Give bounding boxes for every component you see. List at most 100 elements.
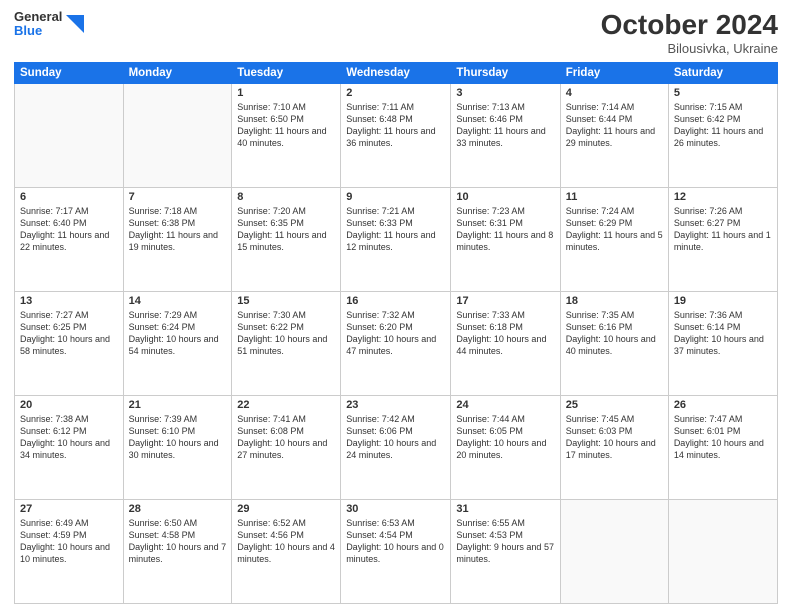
day-number: 24 (456, 399, 554, 411)
day-detail: Sunrise: 7:32 AM Sunset: 6:20 PM Dayligh… (346, 309, 445, 358)
calendar-cell: 22 Sunrise: 7:41 AM Sunset: 6:08 PM Dayli… (232, 395, 341, 499)
day-detail: Sunrise: 6:52 AM Sunset: 4:56 PM Dayligh… (237, 517, 335, 566)
calendar-cell: 16 Sunrise: 7:32 AM Sunset: 6:20 PM Dayli… (341, 291, 451, 395)
calendar-cell: 7Sunrise: 7:18 AM Sunset: 6:38 PM Daylig… (123, 187, 232, 291)
calendar-cell: 25Sunrise: 7:45 AM Sunset: 6:03 PM Dayli… (560, 395, 668, 499)
weekday-header-friday: Friday (560, 62, 668, 83)
calendar-body: 1 Sunrise: 7:10 AM Sunset: 6:50 PM Daylig… (15, 83, 778, 603)
day-detail: Sunrise: 7:30 AM Sunset: 6:22 PM Dayligh… (237, 309, 335, 358)
day-number: 13 (20, 295, 118, 307)
day-detail: Sunrise: 6:50 AM Sunset: 4:58 PM Dayligh… (129, 517, 227, 566)
calendar-cell: 23 Sunrise: 7:42 AM Sunset: 6:06 PM Dayli… (341, 395, 451, 499)
day-detail: Sunrise: 7:27 AM Sunset: 6:25 PM Dayligh… (20, 309, 118, 358)
day-number: 17 (456, 295, 554, 307)
day-detail: Sunrise: 7:42 AM Sunset: 6:06 PM Dayligh… (346, 413, 445, 462)
calendar-week-row: 13 Sunrise: 7:27 AM Sunset: 6:25 PM Dayli… (15, 291, 778, 395)
day-detail: Sunrise: 7:39 AM Sunset: 6:10 PM Dayligh… (129, 413, 227, 462)
logo-triangle-icon (66, 15, 84, 33)
weekday-header-row: SundayMondayTuesdayWednesdayThursdayFrid… (15, 62, 778, 83)
page-location: Bilousivka, Ukraine (601, 41, 778, 56)
day-number: 1 (237, 87, 335, 99)
day-detail: Sunrise: 7:11 AM Sunset: 6:48 PM Dayligh… (346, 101, 445, 150)
day-number: 3 (456, 87, 554, 99)
calendar-cell: 18Sunrise: 7:35 AM Sunset: 6:16 PM Dayli… (560, 291, 668, 395)
day-detail: Sunrise: 7:23 AM Sunset: 6:31 PM Dayligh… (456, 205, 554, 254)
day-number: 26 (674, 399, 772, 411)
weekday-header-wednesday: Wednesday (341, 62, 451, 83)
logo-general: General (14, 10, 62, 24)
day-detail: Sunrise: 7:45 AM Sunset: 6:03 PM Dayligh… (566, 413, 663, 462)
logo-blue: Blue (14, 24, 62, 38)
calendar-week-row: 27 Sunrise: 6:49 AM Sunset: 4:59 PM Dayli… (15, 499, 778, 603)
day-detail: Sunrise: 7:29 AM Sunset: 6:24 PM Dayligh… (129, 309, 227, 358)
day-detail: Sunrise: 7:14 AM Sunset: 6:44 PM Dayligh… (566, 101, 663, 150)
day-detail: Sunrise: 7:35 AM Sunset: 6:16 PM Dayligh… (566, 309, 663, 358)
day-detail: Sunrise: 7:38 AM Sunset: 6:12 PM Dayligh… (20, 413, 118, 462)
calendar-cell: 17Sunrise: 7:33 AM Sunset: 6:18 PM Dayli… (451, 291, 560, 395)
calendar-cell: 14 Sunrise: 7:29 AM Sunset: 6:24 PM Dayli… (123, 291, 232, 395)
calendar-cell: 1 Sunrise: 7:10 AM Sunset: 6:50 PM Daylig… (232, 83, 341, 187)
weekday-header-monday: Monday (123, 62, 232, 83)
day-number: 5 (674, 87, 772, 99)
day-detail: Sunrise: 7:26 AM Sunset: 6:27 PM Dayligh… (674, 205, 772, 254)
calendar-cell: 6 Sunrise: 7:17 AM Sunset: 6:40 PM Daylig… (15, 187, 124, 291)
day-number: 2 (346, 87, 445, 99)
day-detail: Sunrise: 6:49 AM Sunset: 4:59 PM Dayligh… (20, 517, 118, 566)
weekday-header-thursday: Thursday (451, 62, 560, 83)
day-number: 11 (566, 191, 663, 203)
day-detail: Sunrise: 7:20 AM Sunset: 6:35 PM Dayligh… (237, 205, 335, 254)
calendar-table: SundayMondayTuesdayWednesdayThursdayFrid… (14, 62, 778, 604)
day-number: 8 (237, 191, 335, 203)
weekday-header-saturday: Saturday (668, 62, 777, 83)
day-number: 7 (129, 191, 227, 203)
calendar-cell: 10 Sunrise: 7:23 AM Sunset: 6:31 PM Dayli… (451, 187, 560, 291)
day-number: 15 (237, 295, 335, 307)
day-number: 21 (129, 399, 227, 411)
calendar-cell (15, 83, 124, 187)
day-detail: Sunrise: 7:13 AM Sunset: 6:46 PM Dayligh… (456, 101, 554, 150)
day-detail: Sunrise: 7:21 AM Sunset: 6:33 PM Dayligh… (346, 205, 445, 254)
calendar-cell: 24 Sunrise: 7:44 AM Sunset: 6:05 PM Dayli… (451, 395, 560, 499)
calendar-cell (123, 83, 232, 187)
day-number: 16 (346, 295, 445, 307)
calendar-cell: 2 Sunrise: 7:11 AM Sunset: 6:48 PM Daylig… (341, 83, 451, 187)
day-number: 23 (346, 399, 445, 411)
calendar-cell: 4Sunrise: 7:14 AM Sunset: 6:44 PM Daylig… (560, 83, 668, 187)
day-number: 6 (20, 191, 118, 203)
calendar-cell: 9Sunrise: 7:21 AM Sunset: 6:33 PM Daylig… (341, 187, 451, 291)
day-detail: Sunrise: 7:15 AM Sunset: 6:42 PM Dayligh… (674, 101, 772, 150)
day-detail: Sunrise: 7:36 AM Sunset: 6:14 PM Dayligh… (674, 309, 772, 358)
calendar-cell: 20Sunrise: 7:38 AM Sunset: 6:12 PM Dayli… (15, 395, 124, 499)
day-number: 30 (346, 503, 445, 515)
header: General Blue October 2024 Bilousivka, Uk… (14, 10, 778, 56)
calendar-header: SundayMondayTuesdayWednesdayThursdayFrid… (15, 62, 778, 83)
day-detail: Sunrise: 7:24 AM Sunset: 6:29 PM Dayligh… (566, 205, 663, 254)
calendar-cell (668, 499, 777, 603)
calendar-cell (560, 499, 668, 603)
day-number: 19 (674, 295, 772, 307)
day-detail: Sunrise: 7:17 AM Sunset: 6:40 PM Dayligh… (20, 205, 118, 254)
day-detail: Sunrise: 7:10 AM Sunset: 6:50 PM Dayligh… (237, 101, 335, 150)
weekday-header-sunday: Sunday (15, 62, 124, 83)
day-detail: Sunrise: 7:47 AM Sunset: 6:01 PM Dayligh… (674, 413, 772, 462)
calendar-cell: 13 Sunrise: 7:27 AM Sunset: 6:25 PM Dayli… (15, 291, 124, 395)
calendar-cell: 15 Sunrise: 7:30 AM Sunset: 6:22 PM Dayli… (232, 291, 341, 395)
day-number: 31 (456, 503, 554, 515)
day-number: 22 (237, 399, 335, 411)
calendar-cell: 3 Sunrise: 7:13 AM Sunset: 6:46 PM Daylig… (451, 83, 560, 187)
calendar-cell: 8 Sunrise: 7:20 AM Sunset: 6:35 PM Daylig… (232, 187, 341, 291)
calendar-week-row: 1 Sunrise: 7:10 AM Sunset: 6:50 PM Daylig… (15, 83, 778, 187)
calendar-week-row: 6 Sunrise: 7:17 AM Sunset: 6:40 PM Daylig… (15, 187, 778, 291)
day-number: 27 (20, 503, 118, 515)
weekday-header-tuesday: Tuesday (232, 62, 341, 83)
calendar-cell: 19 Sunrise: 7:36 AM Sunset: 6:14 PM Dayli… (668, 291, 777, 395)
page: General Blue October 2024 Bilousivka, Uk… (0, 0, 792, 612)
day-number: 12 (674, 191, 772, 203)
day-number: 14 (129, 295, 227, 307)
day-detail: Sunrise: 7:44 AM Sunset: 6:05 PM Dayligh… (456, 413, 554, 462)
day-detail: Sunrise: 7:41 AM Sunset: 6:08 PM Dayligh… (237, 413, 335, 462)
page-title: October 2024 (601, 10, 778, 41)
calendar-week-row: 20Sunrise: 7:38 AM Sunset: 6:12 PM Dayli… (15, 395, 778, 499)
calendar-cell: 29Sunrise: 6:52 AM Sunset: 4:56 PM Dayli… (232, 499, 341, 603)
day-number: 10 (456, 191, 554, 203)
